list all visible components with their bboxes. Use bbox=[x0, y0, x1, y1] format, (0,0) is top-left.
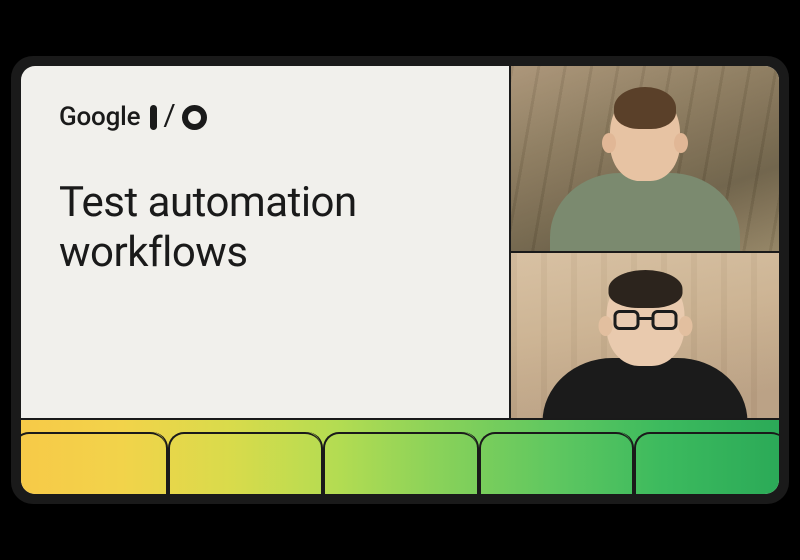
google-io-logo: Google / bbox=[59, 102, 481, 132]
speaker-avatar-top bbox=[550, 93, 740, 251]
io-letter-o bbox=[182, 105, 207, 130]
gradient-segment bbox=[168, 432, 323, 494]
speaker-tile-bottom bbox=[511, 251, 779, 436]
speaker-tile-top bbox=[511, 66, 779, 251]
io-mark: / bbox=[150, 102, 206, 132]
speaker-avatar-bottom bbox=[543, 274, 748, 436]
talk-title: Test automation workflows bbox=[59, 178, 459, 277]
accent-gradient-strip bbox=[21, 418, 779, 494]
gradient-segment bbox=[323, 432, 478, 494]
io-letter-i bbox=[150, 105, 157, 130]
io-slash: / bbox=[163, 101, 175, 131]
gradient-segment bbox=[21, 432, 168, 494]
gradient-segments bbox=[21, 420, 779, 494]
glasses-icon bbox=[613, 310, 677, 332]
brand-word: Google bbox=[59, 102, 140, 132]
gradient-segment bbox=[634, 432, 779, 494]
video-thumbnail[interactable]: Google / Test automation workflows bbox=[11, 56, 789, 504]
gradient-segment bbox=[479, 432, 634, 494]
title-panel: Google / Test automation workflows bbox=[21, 66, 509, 436]
content-row: Google / Test automation workflows bbox=[21, 66, 779, 436]
speaker-column bbox=[509, 66, 779, 436]
thumbnail-surface: Google / Test automation workflows bbox=[21, 66, 779, 494]
